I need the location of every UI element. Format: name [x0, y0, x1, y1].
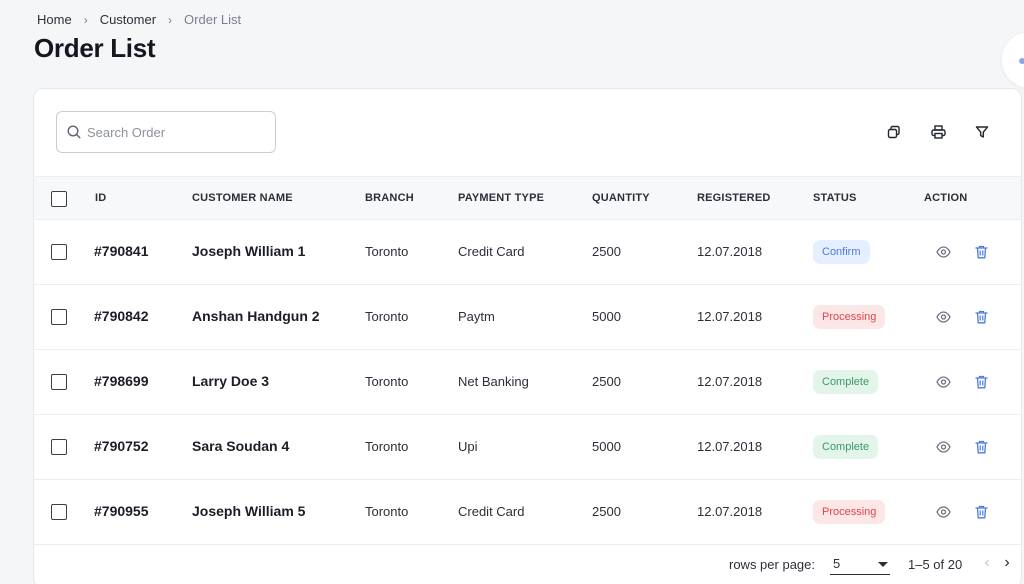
eye-icon[interactable]: [934, 308, 952, 326]
order-id: #798699: [94, 373, 149, 389]
status-badge: Complete: [813, 435, 879, 459]
rows-per-page-label: rows per page:: [729, 557, 815, 572]
registered-date: 12.07.2018: [697, 374, 763, 389]
trash-icon[interactable]: [972, 438, 990, 456]
trash-icon[interactable]: [972, 308, 990, 326]
payment-type: Credit Card: [458, 244, 525, 259]
row-checkbox[interactable]: [51, 244, 67, 260]
quantity: 5000: [592, 309, 621, 324]
customer-name: Larry Doe 3: [192, 373, 270, 389]
registered-date: 12.07.2018: [697, 309, 763, 324]
trash-icon[interactable]: [972, 373, 990, 391]
row-checkbox[interactable]: [51, 439, 67, 455]
user-icon: ●: [1018, 52, 1024, 68]
row-checkbox[interactable]: [51, 309, 67, 325]
search-box: [56, 111, 276, 153]
rows-per-page-select[interactable]: 5: [830, 553, 890, 575]
column-header-quantity[interactable]: QUANTITY: [592, 192, 650, 204]
table-row[interactable]: #790841 Joseph William 1 Toronto Credit …: [34, 220, 1021, 285]
page-title: Order List: [34, 33, 156, 63]
customer-name: Joseph William 1: [192, 243, 306, 259]
eye-icon[interactable]: [934, 373, 952, 391]
order-table-card: ID CUSTOMER NAME BRANCH PAYMENT TYPE QUA…: [33, 88, 1022, 584]
table-row[interactable]: #790752 Sara Soudan 4 Toronto Upi 5000 1…: [34, 415, 1021, 480]
column-header-status[interactable]: STATUS: [813, 192, 857, 204]
select-all-checkbox[interactable]: [51, 191, 67, 207]
copy-icon[interactable]: [884, 122, 904, 142]
breadcrumb-current: Order List: [184, 12, 242, 27]
column-header-branch[interactable]: BRANCH: [365, 192, 414, 204]
payment-type: Upi: [458, 439, 478, 454]
branch: Toronto: [365, 309, 409, 324]
floating-user-button[interactable]: ●: [1002, 32, 1024, 88]
row-checkbox[interactable]: [51, 374, 67, 390]
pagination-range: 1–5 of 20: [908, 557, 963, 572]
order-id: #790752: [94, 438, 149, 454]
quantity: 2500: [592, 504, 621, 519]
quantity: 2500: [592, 374, 621, 389]
breadcrumb: Home › Customer › Order List: [37, 12, 241, 27]
table-header: ID CUSTOMER NAME BRANCH PAYMENT TYPE QUA…: [34, 176, 1021, 220]
customer-name: Joseph William 5: [192, 503, 306, 519]
chevron-right-icon[interactable]: ›: [999, 555, 1015, 573]
chevron-left-icon[interactable]: ‹: [979, 555, 995, 573]
column-header-payment-type[interactable]: PAYMENT TYPE: [458, 192, 544, 204]
table-row[interactable]: #798699 Larry Doe 3 Toronto Net Banking …: [34, 350, 1021, 415]
search-input[interactable]: [87, 124, 257, 140]
status-badge: Confirm: [813, 240, 870, 264]
status-badge: Processing: [813, 500, 886, 524]
registered-date: 12.07.2018: [697, 504, 763, 519]
payment-type: Paytm: [458, 309, 495, 324]
search-icon: [67, 125, 81, 139]
branch: Toronto: [365, 439, 409, 454]
eye-icon[interactable]: [934, 438, 952, 456]
breadcrumb-home[interactable]: Home: [37, 12, 72, 27]
print-icon[interactable]: [928, 122, 948, 142]
branch: Toronto: [365, 374, 409, 389]
filter-icon[interactable]: [972, 122, 992, 142]
pagination: rows per page: 5 1–5 of 20 ‹ ›: [34, 545, 1021, 584]
order-id: #790955: [94, 503, 149, 519]
payment-type: Net Banking: [458, 374, 529, 389]
order-id: #790842: [94, 308, 149, 324]
branch: Toronto: [365, 504, 409, 519]
chevron-right-icon: ›: [83, 12, 88, 27]
customer-name: Sara Soudan 4: [192, 438, 290, 454]
row-checkbox[interactable]: [51, 504, 67, 520]
rows-per-page-value: 5: [833, 556, 841, 571]
column-header-customer-name[interactable]: CUSTOMER NAME: [192, 192, 293, 204]
payment-type: Credit Card: [458, 504, 525, 519]
caret-down-icon: [878, 562, 888, 567]
eye-icon[interactable]: [934, 243, 952, 261]
column-header-action: ACTION: [924, 192, 968, 204]
chevron-right-icon: ›: [168, 12, 173, 27]
quantity: 2500: [592, 244, 621, 259]
column-header-id[interactable]: ID: [95, 192, 106, 204]
status-badge: Processing: [813, 305, 886, 329]
customer-name: Anshan Handgun 2: [192, 308, 320, 324]
column-header-registered[interactable]: REGISTERED: [697, 192, 771, 204]
order-id: #790841: [94, 243, 149, 259]
eye-icon[interactable]: [934, 503, 952, 521]
status-badge: Complete: [813, 370, 879, 394]
table-row[interactable]: #790842 Anshan Handgun 2 Toronto Paytm 5…: [34, 285, 1021, 350]
breadcrumb-customer[interactable]: Customer: [100, 12, 156, 27]
registered-date: 12.07.2018: [697, 244, 763, 259]
trash-icon[interactable]: [972, 503, 990, 521]
table-row[interactable]: #790955 Joseph William 5 Toronto Credit …: [34, 480, 1021, 545]
trash-icon[interactable]: [972, 243, 990, 261]
registered-date: 12.07.2018: [697, 439, 763, 454]
quantity: 5000: [592, 439, 621, 454]
branch: Toronto: [365, 244, 409, 259]
